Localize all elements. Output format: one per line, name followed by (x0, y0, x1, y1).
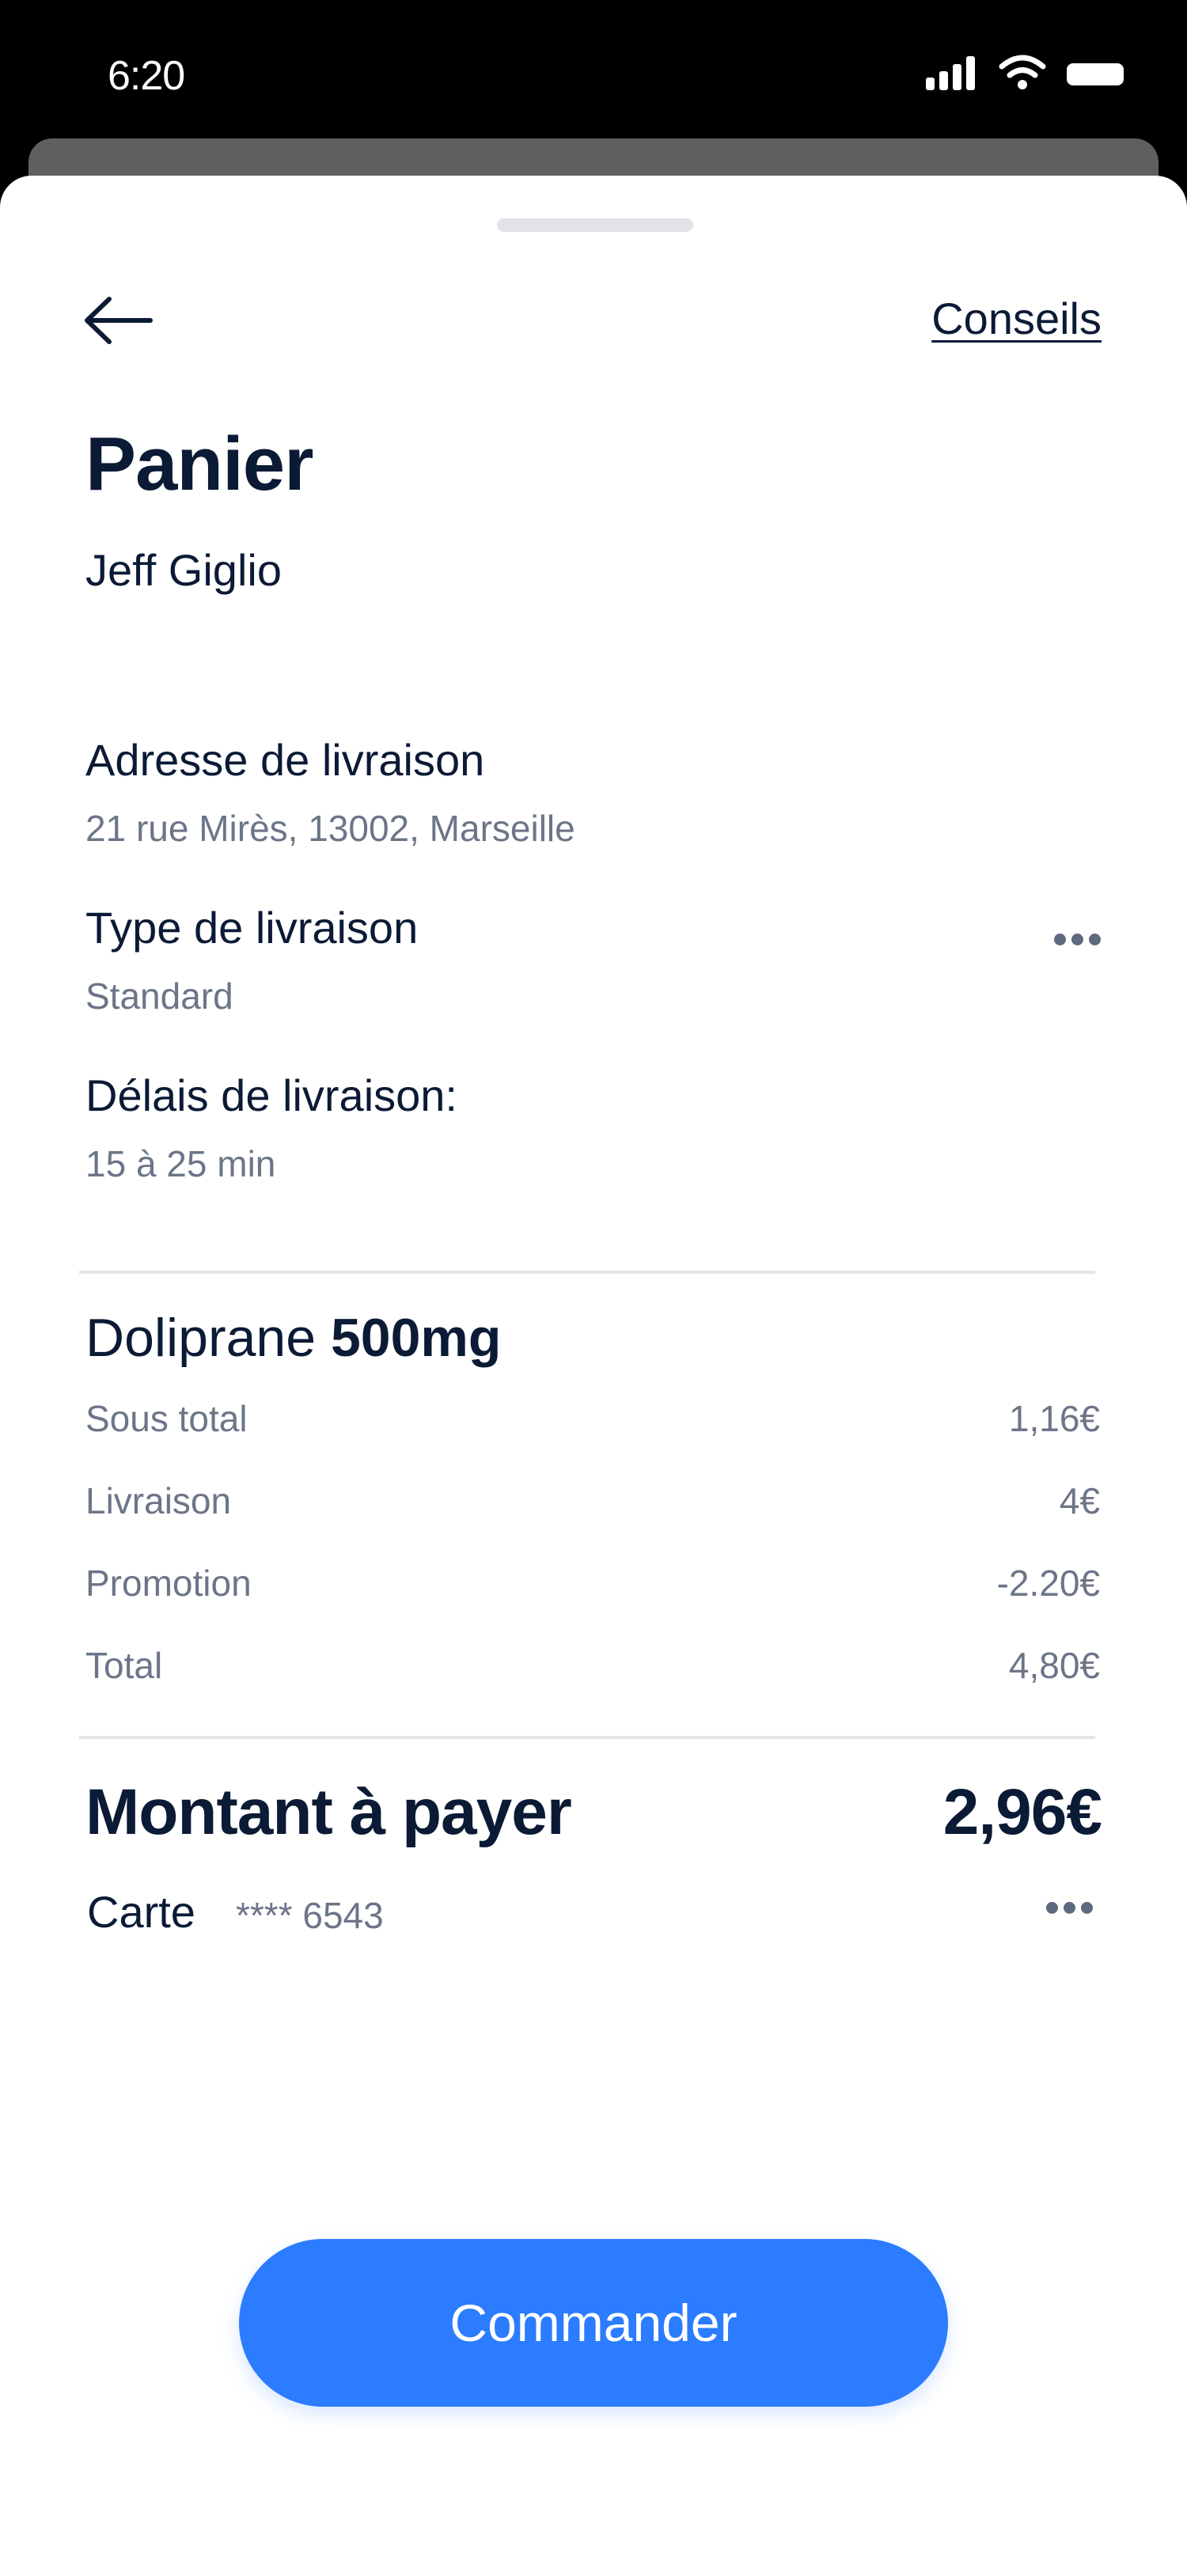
tips-link[interactable]: Conseils (931, 293, 1102, 344)
delivery-type-more-button[interactable] (1054, 934, 1109, 957)
battery-icon (1067, 63, 1124, 85)
amount-to-pay-label: Montant à payer (85, 1776, 572, 1848)
back-button[interactable] (82, 293, 155, 348)
cart-sheet: Conseils Panier Jeff Giglio Adresse de l… (0, 176, 1187, 2576)
delivery-delay-value: 15 à 25 min (85, 1143, 276, 1184)
subtotal-label: Sous total (85, 1398, 248, 1439)
more-dots-icon (1054, 934, 1066, 945)
product-title: Doliprane 500mg (85, 1307, 501, 1369)
customer-name: Jeff Giglio (85, 545, 282, 595)
product-name: Doliprane (85, 1308, 317, 1368)
order-button[interactable]: Commander (239, 2239, 948, 2407)
delivery-address-value: 21 rue Mirès, 13002, Marseille (85, 808, 575, 849)
sheet-grabber[interactable] (497, 218, 693, 232)
status-bar-icons (926, 54, 1127, 93)
divider (79, 1271, 1095, 1274)
total-value: 4,80€ (1008, 1645, 1100, 1686)
arrow-left-icon (85, 297, 153, 344)
payment-more-button[interactable] (1046, 1902, 1102, 1926)
promotion-label: Promotion (85, 1563, 252, 1604)
delivery-type-value: Standard (85, 975, 233, 1017)
page-title: Panier (85, 422, 313, 506)
payment-method-label: Carte (87, 1887, 195, 1937)
wifi-icon (999, 55, 1046, 78)
more-dots-icon (1046, 1902, 1058, 1914)
subtotal-value: 1,16€ (1008, 1398, 1100, 1439)
cellular-signal-icon (926, 56, 975, 90)
promotion-value: -2.20€ (996, 1563, 1100, 1604)
delivery-type-label: Type de livraison (85, 903, 419, 953)
total-label: Total (85, 1645, 163, 1686)
delivery-fee-value: 4€ (1059, 1480, 1100, 1521)
delivery-delay-label: Délais de livraison: (85, 1070, 457, 1120)
delivery-fee-label: Livraison (85, 1480, 232, 1521)
status-bar-time: 6:20 (108, 53, 185, 99)
divider (79, 1736, 1095, 1739)
amount-to-pay-value: 2,96€ (942, 1776, 1102, 1848)
payment-card-number: **** 6543 (236, 1895, 384, 1936)
delivery-address-label: Adresse de livraison (85, 735, 485, 785)
product-dose: 500mg (330, 1308, 502, 1368)
